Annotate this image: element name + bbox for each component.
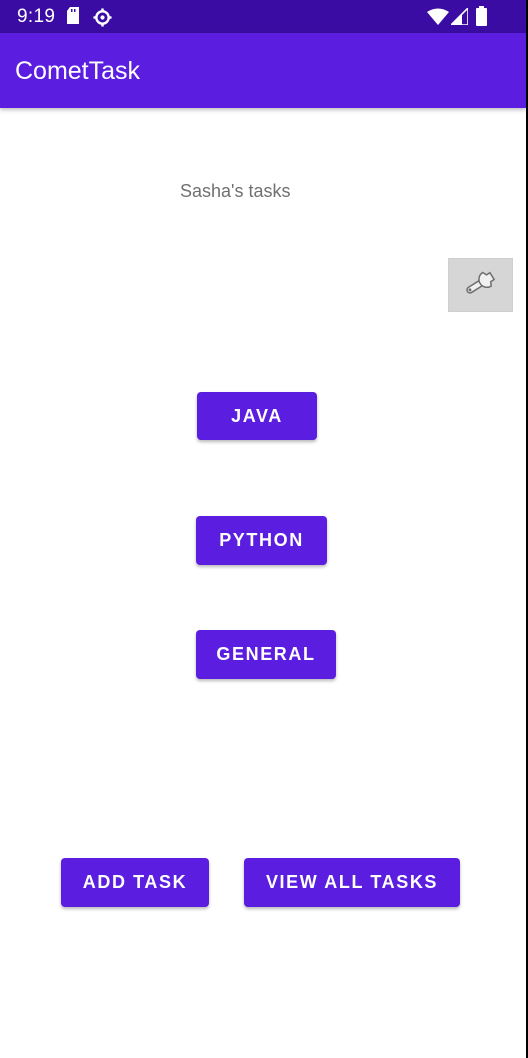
general-button[interactable]: GENERAL bbox=[196, 630, 336, 679]
view-all-tasks-button[interactable]: VIEW ALL TASKS bbox=[244, 858, 460, 907]
add-task-button[interactable]: ADD TASK bbox=[61, 858, 209, 907]
app-screen: 9:19 CometTask Sasha's tasks JAVA PYTHON… bbox=[0, 0, 526, 1058]
status-time: 9:19 bbox=[17, 6, 56, 27]
cell-signal-icon bbox=[449, 6, 469, 30]
settings-button[interactable] bbox=[448, 258, 513, 312]
wrench-icon bbox=[459, 266, 503, 305]
general-button-label: GENERAL bbox=[216, 644, 316, 664]
page-subtitle: Sasha's tasks bbox=[180, 181, 291, 201]
java-button[interactable]: JAVA bbox=[197, 392, 317, 440]
java-button-label: JAVA bbox=[231, 405, 283, 426]
battery-icon bbox=[476, 6, 487, 31]
sd-card-icon bbox=[66, 7, 80, 29]
status-bar: 9:19 bbox=[0, 0, 526, 33]
python-button-label: PYTHON bbox=[219, 530, 304, 550]
wifi-icon bbox=[427, 8, 449, 30]
app-title: CometTask bbox=[15, 57, 141, 85]
app-bar: CometTask bbox=[0, 33, 526, 108]
view-all-tasks-button-label: VIEW ALL TASKS bbox=[265, 872, 439, 892]
settings-gear-icon bbox=[93, 8, 112, 32]
add-task-button-label: ADD TASK bbox=[82, 872, 188, 892]
python-button[interactable]: PYTHON bbox=[196, 516, 327, 565]
